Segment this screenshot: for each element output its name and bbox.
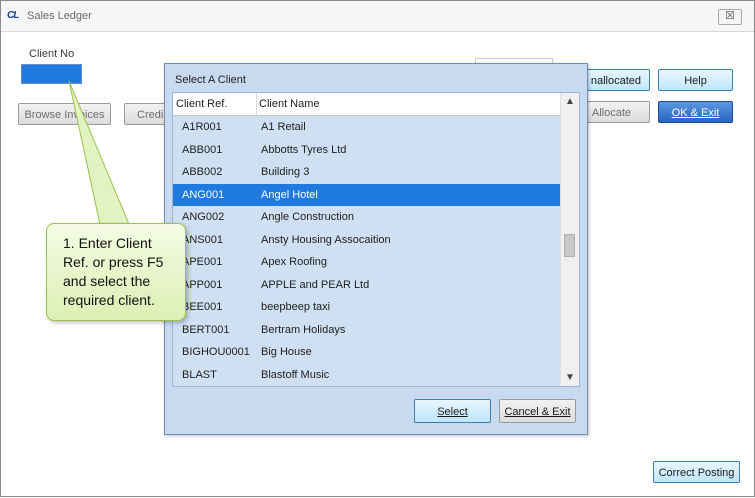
instruction-callout: 1. Enter Client Ref. or press F5 and sel… xyxy=(46,223,186,321)
sales-ledger-window: CL Sales Ledger ☒ Client No Browse Invoi… xyxy=(0,0,755,497)
callout-text: 1. Enter Client Ref. or press F5 and sel… xyxy=(63,235,164,308)
